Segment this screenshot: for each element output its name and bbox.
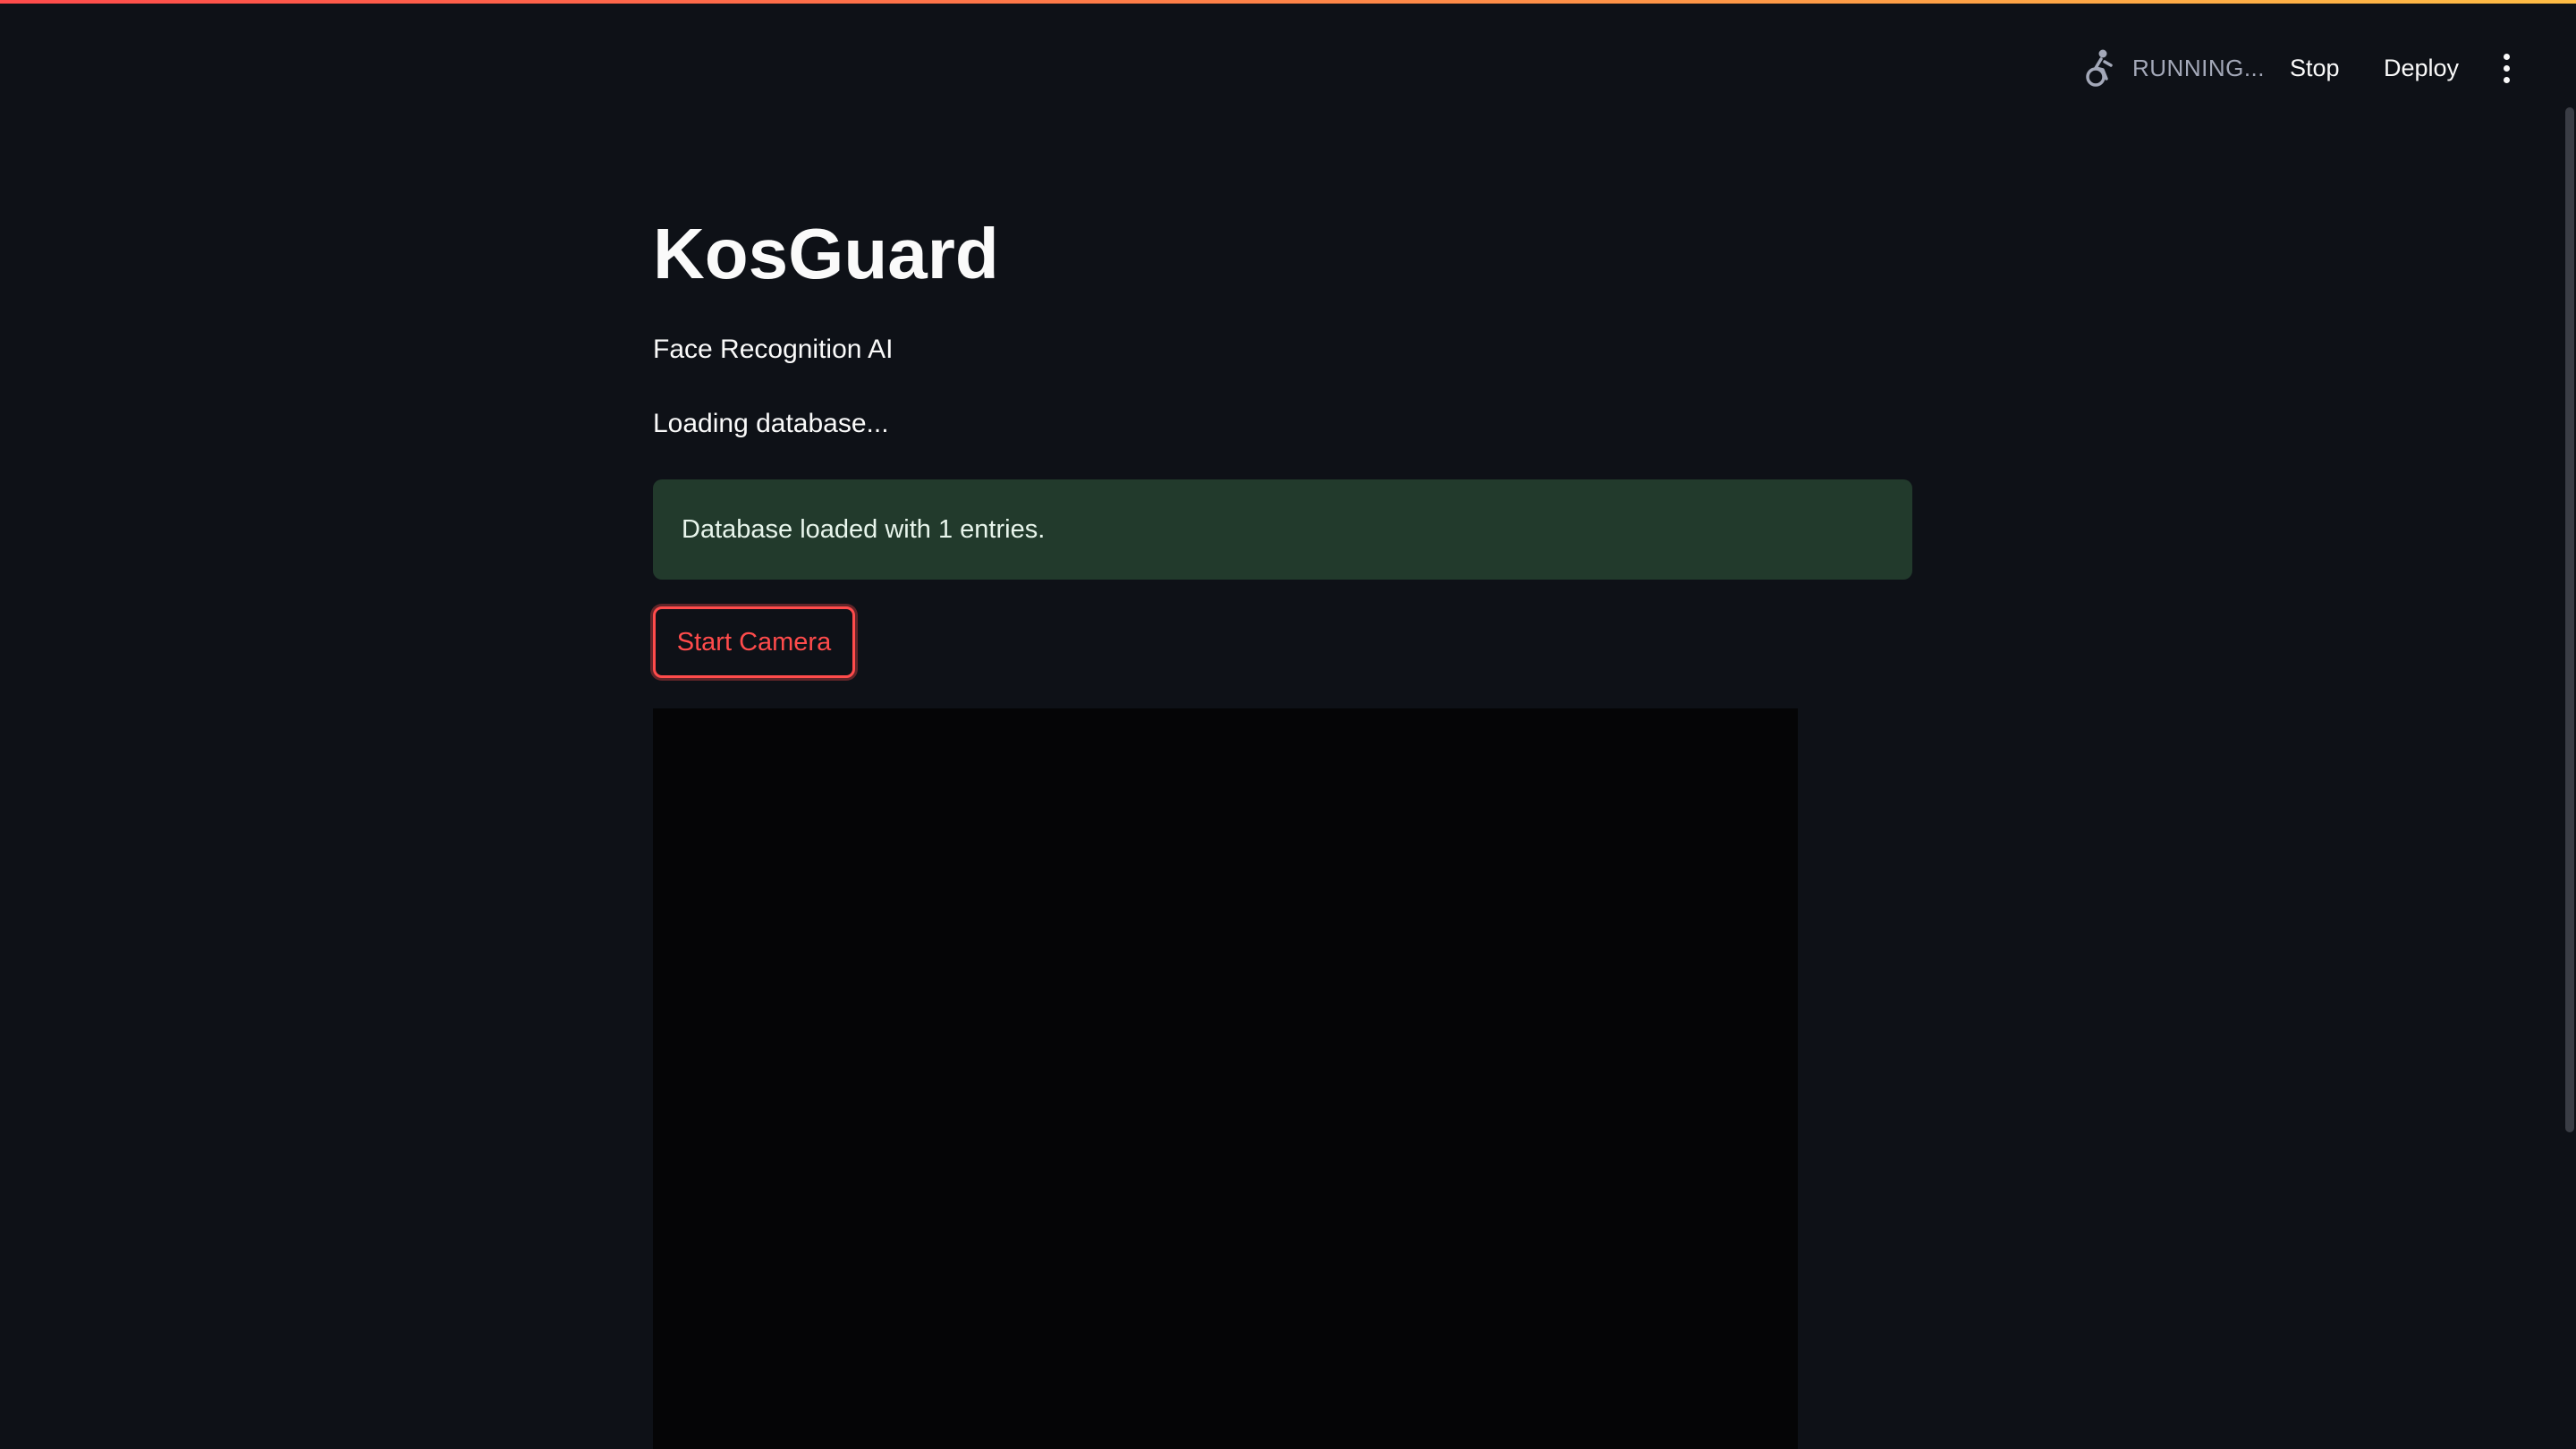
- page-title: KosGuard: [653, 214, 999, 293]
- status-label: RUNNING...: [2132, 54, 2265, 81]
- success-message: Database loaded with 1 entries.: [682, 514, 1046, 544]
- scrollbar[interactable]: [2565, 107, 2574, 1132]
- success-alert: Database loaded with 1 entries.: [653, 479, 1912, 580]
- more-vertical-icon[interactable]: [2496, 50, 2517, 86]
- running-figure-icon: [2082, 48, 2114, 88]
- camera-feed: [653, 708, 1798, 1449]
- page-subtitle: Face Recognition AI: [653, 335, 894, 364]
- deploy-button[interactable]: Deploy: [2384, 48, 2459, 88]
- stop-button[interactable]: Stop: [2290, 48, 2340, 88]
- running-status: RUNNING...: [2082, 48, 2265, 88]
- loading-message: Loading database...: [653, 409, 889, 438]
- start-camera-button[interactable]: Start Camera: [653, 606, 855, 678]
- app-header: RUNNING... Stop Deploy: [0, 4, 2576, 122]
